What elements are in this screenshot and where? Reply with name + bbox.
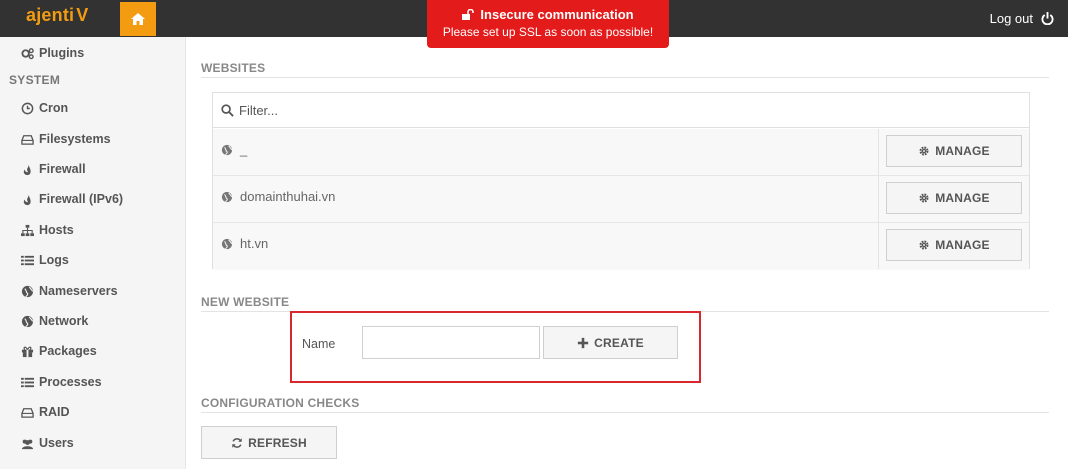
refresh-button[interactable]: REFRESH: [201, 426, 337, 459]
sidebar-item-cron[interactable]: Cron: [20, 98, 68, 118]
alert-title: Insecure communication: [480, 7, 634, 22]
sidebar-item-raid[interactable]: RAID: [20, 402, 70, 422]
cogs-icon: [20, 46, 34, 60]
divider: [878, 223, 879, 269]
main-content: WEBSITES Filter... _ MANAGE domainthuhai…: [187, 37, 1068, 469]
globe-icon: [221, 238, 233, 249]
sidebar-item-label: RAID: [39, 405, 70, 419]
sidebar-item-label: Firewall (IPv6): [39, 192, 124, 206]
globe-icon: [221, 144, 233, 155]
users-icon: [20, 436, 34, 450]
sidebar-item-nameservers[interactable]: Nameservers: [20, 281, 118, 301]
plus-icon: [578, 337, 589, 348]
sidebar-item-label: Nameservers: [39, 284, 118, 298]
site-name: _: [240, 142, 248, 157]
home-icon: [131, 13, 145, 25]
power-icon: [1041, 12, 1054, 25]
gear-icon: [919, 193, 929, 203]
sidebar-item-label: Network: [39, 314, 89, 328]
sidebar-item-label: Processes: [39, 375, 102, 389]
list-icon: [20, 375, 34, 389]
gear-icon: [919, 240, 929, 250]
manage-label: MANAGE: [935, 238, 990, 252]
brand-suffix: V: [76, 5, 89, 25]
refresh-icon: [232, 437, 242, 448]
logout-button[interactable]: Log out: [990, 11, 1054, 26]
sidebar-item-label: Firewall: [39, 162, 86, 176]
globe-icon: [20, 284, 34, 298]
manage-button[interactable]: MANAGE: [886, 135, 1022, 167]
clock-icon: [20, 101, 34, 115]
website-name-input[interactable]: [362, 326, 540, 359]
sidebar-item-packages[interactable]: Packages: [20, 341, 97, 361]
sidebar-item-label: Cron: [39, 101, 69, 115]
sidebar-item-plugins[interactable]: Plugins: [20, 43, 84, 63]
websites-list: Filter... _ MANAGE domainthuhai.vn MANAG…: [212, 92, 1030, 270]
hdd-icon: [20, 132, 34, 146]
sidebar-item-users[interactable]: Users: [20, 433, 74, 453]
sidebar-item-label: Logs: [39, 253, 69, 267]
globe-icon: [221, 191, 233, 202]
list-icon: [20, 253, 34, 267]
unlock-icon: [462, 9, 475, 20]
manage-button[interactable]: MANAGE: [886, 229, 1022, 261]
manage-label: MANAGE: [935, 191, 990, 205]
name-label: Name: [302, 337, 336, 351]
sidebar-item-label: Packages: [39, 344, 97, 358]
sidebar-item-label: Users: [39, 436, 74, 450]
sidebar: Plugins SYSTEM Cron Filesystems Firewall…: [0, 37, 186, 469]
sidebar-item-label: Filesystems: [39, 132, 111, 146]
websites-section-title: WEBSITES: [201, 61, 266, 75]
globe-icon: [20, 314, 34, 328]
sitemap-icon: [20, 223, 34, 237]
gift-icon: [20, 344, 34, 358]
create-button[interactable]: CREATE: [543, 326, 678, 359]
site-name: ht.vn: [240, 236, 269, 251]
config-checks-section-title: CONFIGURATION CHECKS: [201, 396, 360, 410]
sidebar-item-logs[interactable]: Logs: [20, 250, 69, 270]
manage-button[interactable]: MANAGE: [886, 182, 1022, 214]
divider: [201, 412, 1049, 413]
hdd-icon: [20, 405, 34, 419]
site-name: domainthuhai.vn: [240, 189, 336, 204]
sidebar-item-filesystems[interactable]: Filesystems: [20, 129, 111, 149]
divider: [201, 77, 1049, 78]
list-item: domainthuhai.vn MANAGE: [213, 176, 1029, 223]
sidebar-item-network[interactable]: Network: [20, 311, 88, 331]
brand-name: ajenti: [26, 5, 75, 25]
sidebar-item-label: Plugins: [39, 46, 85, 60]
sidebar-item-firewall[interactable]: Firewall: [20, 159, 86, 179]
sidebar-item-hosts[interactable]: Hosts: [20, 220, 74, 240]
logout-label: Log out: [989, 11, 1033, 26]
create-label: CREATE: [594, 335, 644, 350]
filter-placeholder: Filter...: [239, 102, 279, 118]
sidebar-item-label: Hosts: [39, 223, 74, 237]
gear-icon: [919, 146, 929, 156]
list-item: ht.vn MANAGE: [213, 223, 1029, 270]
brand-logo[interactable]: ajenti V: [26, 5, 88, 26]
home-button[interactable]: [120, 2, 156, 36]
divider: [878, 129, 879, 175]
sidebar-item-firewall-ipv6[interactable]: Firewall (IPv6): [20, 189, 123, 209]
new-website-section-title: NEW WEBSITE: [201, 295, 290, 309]
list-item: _ MANAGE: [213, 129, 1029, 176]
fire-icon: [20, 162, 34, 176]
manage-label: MANAGE: [935, 144, 990, 158]
filter-input[interactable]: Filter...: [213, 93, 1029, 128]
divider: [878, 176, 879, 222]
refresh-label: REFRESH: [248, 435, 307, 450]
sidebar-section-system: SYSTEM: [9, 73, 61, 87]
sidebar-item-processes[interactable]: Processes: [20, 372, 102, 392]
search-icon: [221, 103, 234, 117]
fire-icon: [20, 192, 34, 206]
